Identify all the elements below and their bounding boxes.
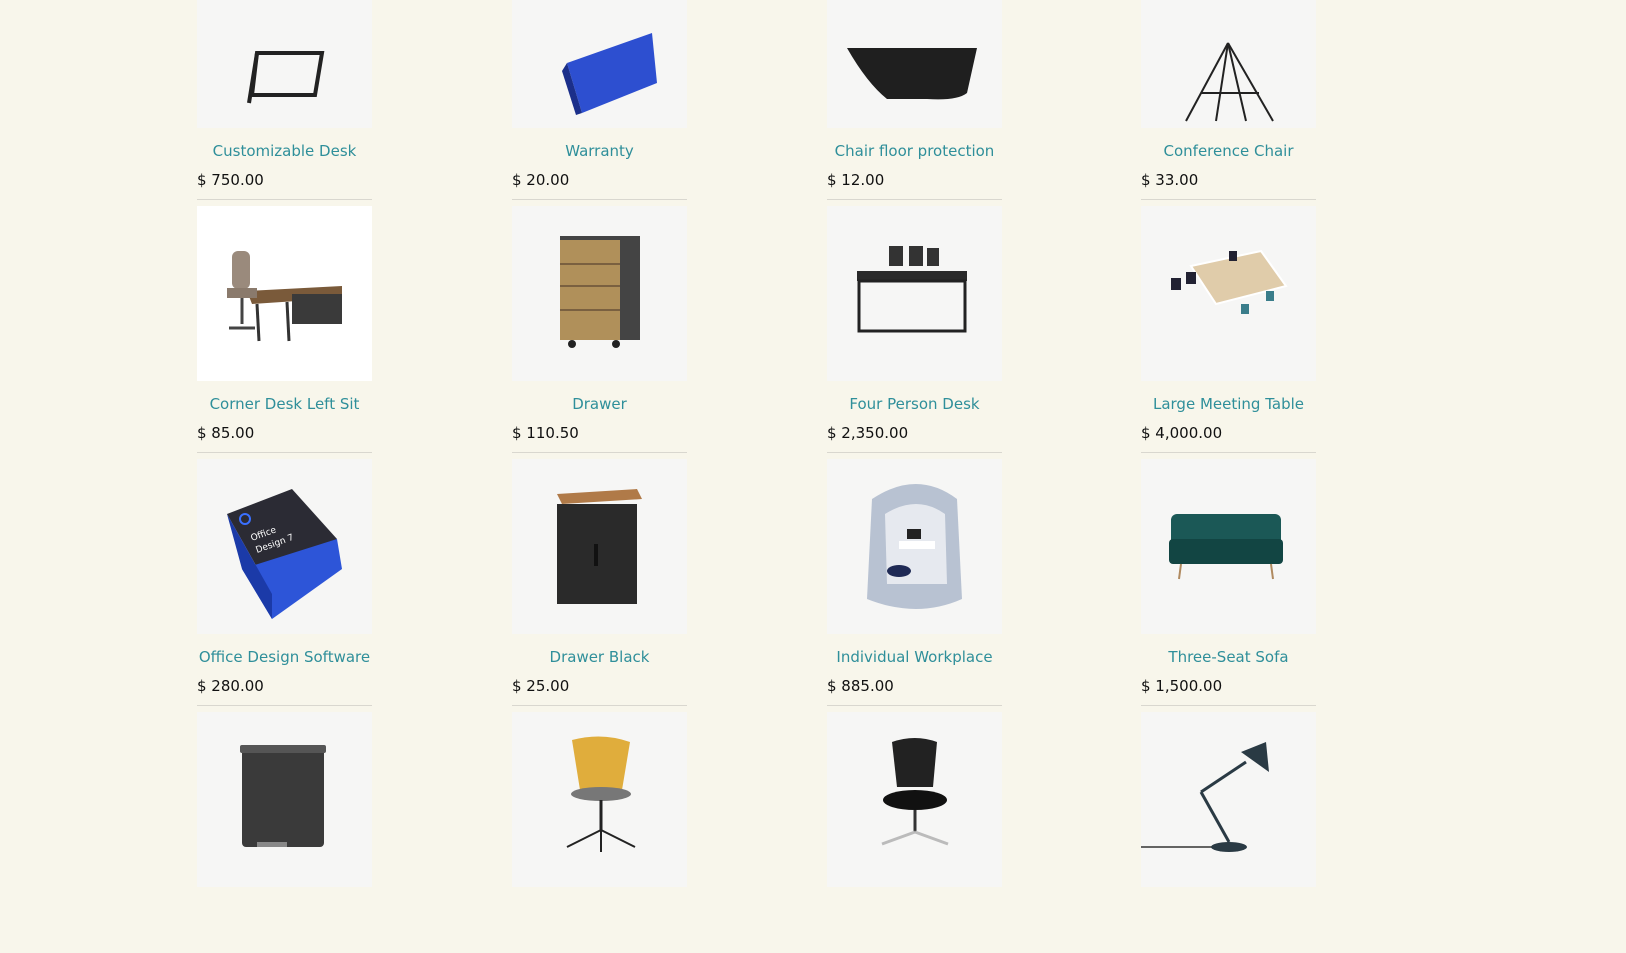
product-name-link[interactable]: Individual Workplace <box>807 648 1022 666</box>
product-name-link[interactable]: Conference Chair <box>1121 142 1336 160</box>
product-price: $ 110.50 <box>512 424 579 442</box>
card-divider <box>197 705 372 706</box>
card-divider <box>197 452 372 453</box>
product-name-link[interactable]: Three-Seat Sofa <box>1121 648 1336 666</box>
card-divider <box>197 199 372 200</box>
corner-desk-icon[interactable] <box>197 206 372 381</box>
product-card[interactable]: Corner Desk Left Sit $ 85.00 <box>197 206 372 453</box>
product-name-link[interactable]: Customizable Desk <box>177 142 392 160</box>
product-name-link[interactable]: Warranty <box>492 142 707 160</box>
product-price: $ 25.00 <box>512 677 570 695</box>
card-divider <box>512 452 687 453</box>
product-name-link[interactable]: Chair floor protection <box>807 142 1022 160</box>
product-price: $ 4,000.00 <box>1141 424 1223 442</box>
product-price: $ 750.00 <box>197 171 264 189</box>
product-card[interactable] <box>512 712 687 953</box>
product-price: $ 885.00 <box>827 677 894 695</box>
black-drawer-icon[interactable] <box>512 459 687 634</box>
product-card[interactable]: Warranty $ 20.00 <box>512 0 687 200</box>
product-price: $ 20.00 <box>512 171 570 189</box>
desk-frame-icon[interactable] <box>197 0 372 128</box>
product-price: $ 2,350.00 <box>827 424 909 442</box>
product-card[interactable]: Conference Chair $ 33.00 <box>1141 0 1316 200</box>
trash-bin-icon[interactable] <box>197 712 372 887</box>
product-card[interactable] <box>1141 712 1316 953</box>
card-divider <box>1141 199 1316 200</box>
product-price: $ 85.00 <box>197 424 255 442</box>
product-card[interactable]: Three-Seat Sofa $ 1,500.00 <box>1141 459 1316 706</box>
product-card[interactable]: Drawer $ 110.50 <box>512 206 687 453</box>
software-box-icon[interactable]: Office Design 7 <box>197 459 372 634</box>
product-card[interactable]: Chair floor protection $ 12.00 <box>827 0 1002 200</box>
card-divider <box>827 705 1002 706</box>
product-card[interactable] <box>197 712 372 953</box>
product-name-link[interactable]: Office Design Software <box>177 648 392 666</box>
product-card[interactable]: Customizable Desk $ 750.00 <box>197 0 372 200</box>
wooden-drawer-icon[interactable] <box>512 206 687 381</box>
card-divider <box>827 452 1002 453</box>
office-chair-icon[interactable] <box>827 712 1002 887</box>
product-name-link[interactable]: Large Meeting Table <box>1121 395 1336 413</box>
card-divider <box>1141 452 1316 453</box>
desk-lamp-icon[interactable] <box>1141 712 1316 887</box>
yellow-chair-icon[interactable] <box>512 712 687 887</box>
green-sofa-icon[interactable] <box>1141 459 1316 634</box>
stool-chair-icon[interactable] <box>1141 0 1316 128</box>
product-card[interactable]: Individual Workplace $ 885.00 <box>827 459 1002 706</box>
product-card[interactable]: Drawer Black $ 25.00 <box>512 459 687 706</box>
warranty-box-icon[interactable] <box>512 0 687 128</box>
product-price: $ 1,500.00 <box>1141 677 1223 695</box>
product-card[interactable]: Four Person Desk $ 2,350.00 <box>827 206 1002 453</box>
workplace-pod-icon[interactable] <box>827 459 1002 634</box>
meeting-table-icon[interactable] <box>1141 206 1316 381</box>
product-card[interactable] <box>827 712 1002 953</box>
product-name-link[interactable]: Drawer <box>492 395 707 413</box>
product-price: $ 33.00 <box>1141 171 1199 189</box>
product-price: $ 12.00 <box>827 171 885 189</box>
product-name-link[interactable]: Corner Desk Left Sit <box>177 395 392 413</box>
floor-mat-icon[interactable] <box>827 0 1002 128</box>
card-divider <box>827 199 1002 200</box>
product-card[interactable]: Office Design 7 Office Design Software $ 2… <box>197 459 372 706</box>
card-divider <box>1141 705 1316 706</box>
product-price: $ 280.00 <box>197 677 264 695</box>
product-name-link[interactable]: Four Person Desk <box>807 395 1022 413</box>
card-divider <box>512 199 687 200</box>
four-person-desk-icon[interactable] <box>827 206 1002 381</box>
product-card[interactable]: Large Meeting Table $ 4,000.00 <box>1141 206 1316 453</box>
product-name-link[interactable]: Drawer Black <box>492 648 707 666</box>
card-divider <box>512 705 687 706</box>
